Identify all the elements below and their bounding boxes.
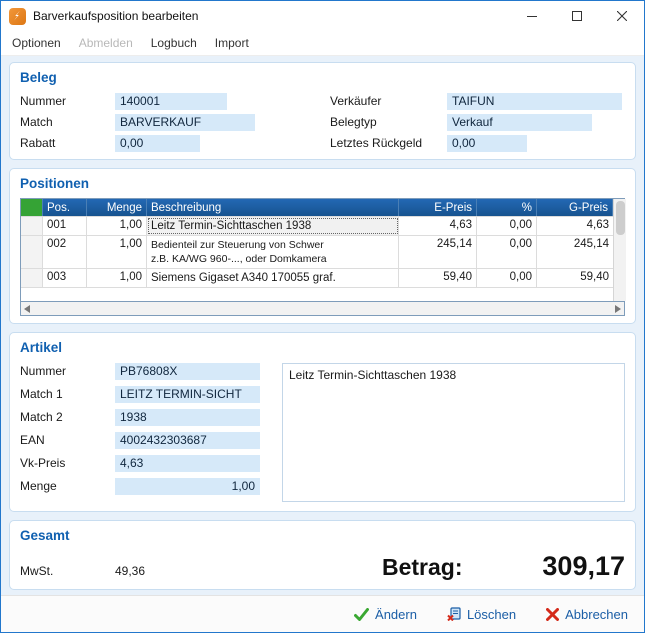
grid-header-row: Pos. Menge Beschreibung E-Preis % G-Prei… xyxy=(21,199,613,217)
col-header-beschreibung[interactable]: Beschreibung xyxy=(147,199,399,216)
minimize-button[interactable] xyxy=(509,1,554,31)
main-content: Beleg Nummer 140001 Verkäufer TAIFUN Mat… xyxy=(1,56,644,595)
close-icon xyxy=(616,11,627,21)
close-button[interactable] xyxy=(599,1,644,31)
cell-beschreibung[interactable]: Leitz Termin-Sichttaschen 1938 xyxy=(147,217,399,235)
artikel-nummer-field[interactable]: PB76808X xyxy=(115,362,260,380)
cell-beschreibung[interactable]: Siemens Gigaset A340 170055 graf. xyxy=(147,269,399,287)
cell-menge[interactable]: 1,00 xyxy=(87,236,147,268)
belegtyp-label: Belegtyp xyxy=(330,115,377,129)
positions-grid: Pos. Menge Beschreibung E-Preis % G-Prei… xyxy=(20,198,626,302)
mwst-value: 49,36 xyxy=(115,564,146,578)
artikel-title: Artikel xyxy=(20,340,63,355)
vertical-scrollbar[interactable] xyxy=(613,199,626,301)
cell-pos[interactable]: 001 xyxy=(43,217,87,235)
cell-pos[interactable]: 002 xyxy=(43,236,87,268)
action-bar: Ändern Löschen Abbrechen xyxy=(1,595,644,632)
check-icon xyxy=(354,607,370,621)
artikel-ean-field[interactable]: 4002432303687 xyxy=(115,431,260,449)
artikel-section: Artikel Nummer PB76808X Match 1 LEITZ TE… xyxy=(9,332,636,512)
aendern-button[interactable]: Ändern xyxy=(354,607,417,622)
cell-prozent[interactable]: 0,00 xyxy=(477,236,537,268)
menu-item-import[interactable]: Import xyxy=(206,31,258,55)
col-header-menge[interactable]: Menge xyxy=(87,199,147,216)
nummer-field[interactable]: 140001 xyxy=(115,92,227,110)
cell-epreis[interactable]: 245,14 xyxy=(399,236,477,268)
app-icon xyxy=(9,7,26,25)
rueckgeld-field[interactable]: 0,00 xyxy=(447,134,527,152)
col-header-prozent[interactable]: % xyxy=(477,199,537,216)
verkaeufer-label: Verkäufer xyxy=(330,94,382,108)
cell-menge[interactable]: 1,00 xyxy=(87,269,147,287)
mwst-label: MwSt. xyxy=(20,564,54,578)
loeschen-button[interactable]: Löschen xyxy=(447,607,516,622)
gesamt-section: Gesamt MwSt. 49,36 Betrag: 309,17 xyxy=(9,520,636,590)
artikel-menge-field[interactable]: 1,00 xyxy=(115,477,260,495)
artikel-vkpreis-field[interactable]: 4,63 xyxy=(115,454,260,472)
cell-gpreis[interactable]: 59,40 xyxy=(537,269,613,287)
minimize-icon xyxy=(526,16,537,17)
artikel-match2-field[interactable]: 1938 xyxy=(115,408,260,426)
cell-beschreibung[interactable]: Bedienteil zur Steuerung von Schwer z.B.… xyxy=(147,236,399,268)
beleg-title: Beleg xyxy=(20,70,57,85)
select-all-header[interactable] xyxy=(21,199,43,216)
artikel-match1-field[interactable]: LEITZ TERMIN-SICHT xyxy=(115,385,260,403)
row-selector[interactable] xyxy=(21,269,43,287)
col-header-gpreis[interactable]: G-Preis xyxy=(537,199,613,216)
cell-gpreis[interactable]: 4,63 xyxy=(537,217,613,235)
cell-epreis[interactable]: 59,40 xyxy=(399,269,477,287)
title-bar: Barverkaufsposition bearbeiten xyxy=(1,1,644,31)
rabatt-label: Rabatt xyxy=(20,136,56,150)
table-row[interactable]: 002 1,00 Bedienteil zur Steuerung von Sc… xyxy=(21,236,613,269)
positionen-title: Positionen xyxy=(20,176,90,191)
window-title: Barverkaufsposition bearbeiten xyxy=(33,9,199,23)
vertical-scrollbar-thumb[interactable] xyxy=(616,201,625,235)
nummer-label: Nummer xyxy=(20,94,67,108)
betrag-label: Betrag: xyxy=(382,554,463,580)
artikel-menge-label: Menge xyxy=(20,479,57,493)
table-row[interactable]: 003 1,00 Siemens Gigaset A340 170055 gra… xyxy=(21,269,613,288)
belegtyp-field[interactable]: Verkauf xyxy=(447,113,592,131)
artikel-match2-label: Match 2 xyxy=(20,410,63,424)
abbrechen-button[interactable]: Abbrechen xyxy=(546,607,628,622)
horizontal-scrollbar[interactable] xyxy=(20,302,625,316)
cancel-icon xyxy=(546,607,560,621)
col-header-epreis[interactable]: E-Preis xyxy=(399,199,477,216)
table-row[interactable]: 001 1,00 Leitz Termin-Sichttaschen 1938 … xyxy=(21,217,613,236)
cell-epreis[interactable]: 4,63 xyxy=(399,217,477,235)
positionen-section: Positionen Pos. Menge Beschreibung E-Pre… xyxy=(9,168,636,324)
maximize-button[interactable] xyxy=(554,1,599,31)
rueckgeld-label: Letztes Rückgeld xyxy=(330,136,423,150)
grid-empty-area xyxy=(21,288,613,301)
artikel-beschreibung-box[interactable]: Leitz Termin-Sichttaschen 1938 xyxy=(282,363,625,502)
cell-menge[interactable]: 1,00 xyxy=(87,217,147,235)
cell-gpreis[interactable]: 245,14 xyxy=(537,236,613,268)
betrag-value: 309,17 xyxy=(542,551,625,581)
match-field[interactable]: BARVERKAUF xyxy=(115,113,255,131)
cell-pos[interactable]: 003 xyxy=(43,269,87,287)
gesamt-title: Gesamt xyxy=(20,528,70,543)
menu-item-optionen[interactable]: Optionen xyxy=(3,31,70,55)
verkaeufer-field[interactable]: TAIFUN xyxy=(447,92,622,110)
scroll-left-icon[interactable] xyxy=(24,304,30,313)
artikel-nummer-label: Nummer xyxy=(20,364,67,378)
delete-record-icon xyxy=(447,607,461,621)
artikel-vkpreis-label: Vk-Preis xyxy=(20,456,66,470)
maximize-icon xyxy=(571,11,582,21)
app-window: Barverkaufsposition bearbeiten Optionen … xyxy=(0,0,645,633)
menu-item-logbuch[interactable]: Logbuch xyxy=(142,31,206,55)
beleg-section: Beleg Nummer 140001 Verkäufer TAIFUN Mat… xyxy=(9,62,636,160)
match-label: Match xyxy=(20,115,53,129)
menu-item-abmelden: Abmelden xyxy=(78,36,133,50)
menu-bar: Optionen Abmelden Logbuch Import xyxy=(1,31,644,56)
row-selector[interactable] xyxy=(21,217,43,235)
artikel-match1-label: Match 1 xyxy=(20,387,63,401)
row-selector[interactable] xyxy=(21,236,43,268)
cell-prozent[interactable]: 0,00 xyxy=(477,217,537,235)
rabatt-field[interactable]: 0,00 xyxy=(115,134,200,152)
cell-prozent[interactable]: 0,00 xyxy=(477,269,537,287)
scroll-right-icon[interactable] xyxy=(615,304,621,313)
artikel-ean-label: EAN xyxy=(20,433,45,447)
col-header-pos[interactable]: Pos. xyxy=(43,199,87,216)
